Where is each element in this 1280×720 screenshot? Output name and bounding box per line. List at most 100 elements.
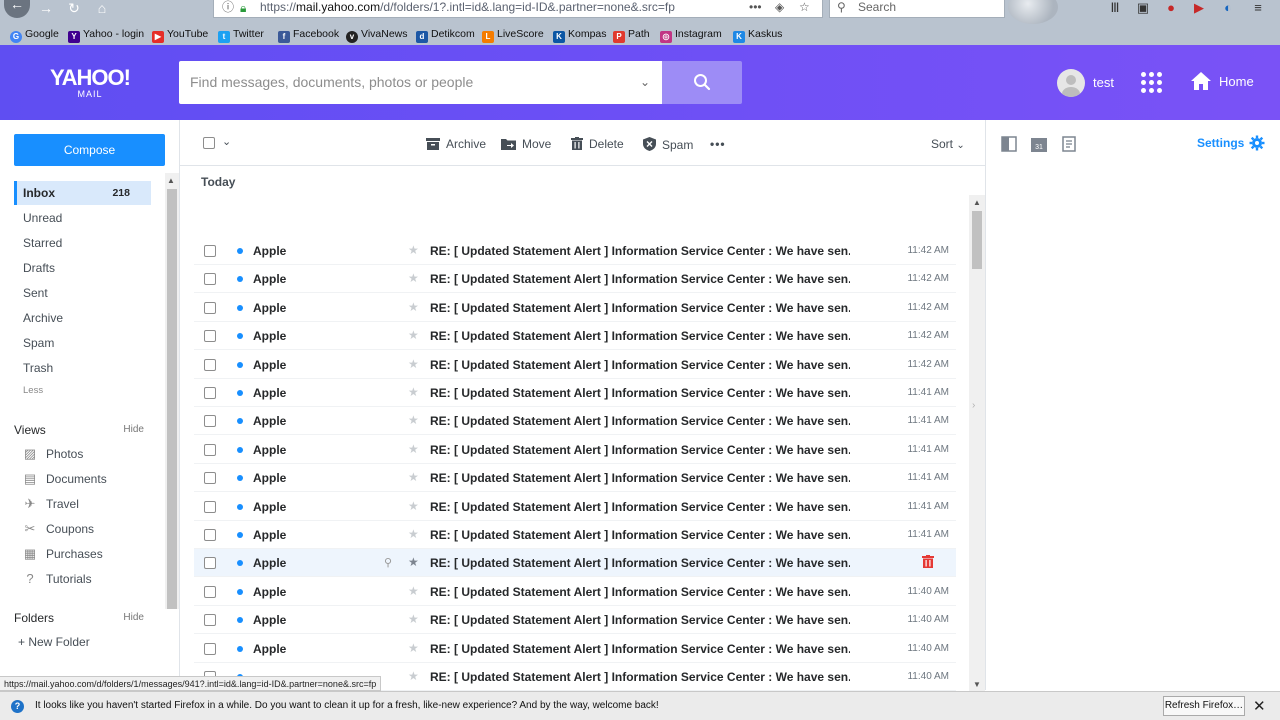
- library-icon[interactable]: Ⅲ: [1107, 1, 1123, 15]
- bookmark-yahoo-login[interactable]: Y Yahoo - login: [68, 28, 144, 43]
- star-icon[interactable]: ★: [408, 357, 419, 371]
- scrollbar-thumb[interactable]: [167, 189, 177, 609]
- move-button[interactable]: Move: [501, 137, 551, 151]
- star-icon[interactable]: ★: [408, 555, 419, 569]
- view-coupons[interactable]: ✂ Coupons: [22, 519, 95, 539]
- address-bar[interactable]: ⓘ 🔒︎ https://mail.yahoo.com/d/folders/1?…: [213, 0, 823, 18]
- bookmark-twitter[interactable]: t Twitter: [218, 28, 264, 43]
- message-checkbox[interactable]: [204, 358, 216, 374]
- folders-hide-link[interactable]: Hide: [123, 612, 144, 623]
- message-checkbox[interactable]: [204, 415, 216, 430]
- star-icon[interactable]: ★: [408, 641, 419, 655]
- star-icon[interactable]: ★: [408, 442, 419, 456]
- bookmark-youtube[interactable]: ▶ YouTube: [152, 28, 208, 43]
- message-checkbox[interactable]: [204, 245, 216, 260]
- avatar[interactable]: [1057, 69, 1085, 97]
- star-icon[interactable]: ★: [408, 669, 419, 683]
- info-icon[interactable]: ⓘ: [222, 0, 234, 14]
- sidebar-icon[interactable]: ▣: [1135, 1, 1151, 15]
- extension-2-icon[interactable]: ◐: [1220, 1, 1236, 15]
- browser-search-box[interactable]: ⚲ Search: [829, 0, 1005, 18]
- message-row[interactable]: Apple ★ RE: [ Updated Statement Alert ] In…: [194, 294, 956, 322]
- bookmark-instagram[interactable]: ◎ Instagram: [660, 28, 722, 43]
- message-checkbox[interactable]: [204, 472, 216, 487]
- star-icon[interactable]: ★: [408, 527, 419, 541]
- message-checkbox[interactable]: [204, 642, 216, 658]
- forward-arrow-icon[interactable]: →: [34, 0, 58, 18]
- sidebar-item-archive[interactable]: Archive: [14, 306, 151, 330]
- views-hide-link[interactable]: Hide: [123, 424, 144, 435]
- notepad-icon[interactable]: [1061, 136, 1077, 152]
- message-row[interactable]: Apple ★ RE: [ Updated Statement Alert ] In…: [194, 436, 956, 464]
- sidebar-scrollbar[interactable]: ▲: [165, 173, 179, 609]
- bookmark-facebook[interactable]: f Facebook: [278, 28, 339, 43]
- star-icon[interactable]: ★: [408, 584, 419, 598]
- scroll-up-icon[interactable]: ▲: [167, 176, 175, 185]
- star-icon[interactable]: ★: [408, 300, 419, 314]
- message-checkbox[interactable]: [204, 557, 216, 572]
- message-checkbox[interactable]: [204, 330, 216, 345]
- sidebar-item-spam[interactable]: Spam: [14, 331, 151, 355]
- pocket-icon[interactable]: ◈: [775, 0, 784, 14]
- message-checkbox[interactable]: [204, 585, 216, 601]
- message-checkbox[interactable]: [204, 529, 216, 544]
- star-icon[interactable]: ★: [408, 271, 419, 285]
- adblock-icon[interactable]: ●: [1163, 1, 1179, 15]
- compose-button[interactable]: Compose: [14, 134, 165, 166]
- bookmark-kaskus[interactable]: K Kaskus: [733, 28, 782, 43]
- message-row[interactable]: Apple ★ RE: [ Updated Statement Alert ] In…: [194, 464, 956, 493]
- reload-icon[interactable]: ↻: [62, 0, 86, 18]
- sidebar-item-unread[interactable]: Unread: [14, 206, 151, 230]
- bookmark-kompas[interactable]: K Kompas: [553, 28, 607, 43]
- close-icon[interactable]: ✕: [1253, 697, 1266, 715]
- home-icon[interactable]: ⌂: [90, 0, 114, 18]
- message-row[interactable]: Apple ★ RE: [ Updated Statement Alert ] In…: [194, 322, 956, 351]
- mail-search-button[interactable]: [662, 61, 742, 104]
- message-row[interactable]: Apple ★ RE: [ Updated Statement Alert ] In…: [194, 351, 956, 379]
- star-icon[interactable]: ★: [408, 499, 419, 513]
- trash-icon[interactable]: [922, 555, 934, 571]
- layout-toggle-icon[interactable]: [1001, 136, 1017, 152]
- message-checkbox[interactable]: [204, 387, 216, 402]
- view-purchases[interactable]: ▦ Purchases: [22, 544, 103, 564]
- view-tutorials[interactable]: ? Tutorials: [22, 569, 91, 589]
- message-checkbox[interactable]: [204, 614, 216, 629]
- chevron-right-icon[interactable]: ›: [972, 400, 975, 411]
- star-icon[interactable]: ★: [408, 328, 419, 342]
- star-icon[interactable]: ★: [408, 385, 419, 399]
- scrollbar-thumb[interactable]: [972, 211, 982, 269]
- view-travel[interactable]: ✈ Travel: [22, 494, 79, 514]
- spam-button[interactable]: Spam: [643, 137, 693, 152]
- back-arrow-icon[interactable]: ←: [4, 0, 30, 18]
- message-checkbox[interactable]: [204, 500, 216, 516]
- message-row[interactable]: Apple ★ RE: [ Updated Statement Alert ] In…: [194, 237, 956, 265]
- message-row[interactable]: Apple ★ RE: [ Updated Statement Alert ] In…: [194, 407, 956, 436]
- message-checkbox[interactable]: [204, 301, 216, 317]
- bookmark-detikcom[interactable]: d Detikcom: [416, 28, 475, 43]
- star-icon[interactable]: ★: [408, 413, 419, 427]
- menu-icon[interactable]: ≡: [1250, 1, 1266, 15]
- message-row[interactable]: Apple ★ RE: [ Updated Statement Alert ] In…: [194, 521, 956, 549]
- scroll-down-icon[interactable]: ▼: [973, 680, 981, 689]
- sidebar-item-trash[interactable]: Trash: [14, 356, 151, 380]
- delete-button[interactable]: Delete: [571, 137, 624, 151]
- settings-link[interactable]: Settings: [1197, 135, 1265, 151]
- extension-icon[interactable]: ▶: [1191, 1, 1207, 15]
- yahoo-mail-logo[interactable]: YAHOO! MAIL: [48, 67, 132, 100]
- chevron-down-icon[interactable]: ⌄: [222, 135, 231, 148]
- message-row[interactable]: Apple ⚲ ★ RE: [ Updated Statement Alert ] I…: [194, 549, 956, 578]
- star-icon[interactable]: ★: [408, 243, 419, 257]
- home-button[interactable]: Home: [1190, 71, 1254, 91]
- select-all-checkbox[interactable]: [203, 137, 215, 152]
- message-row[interactable]: Apple ★ RE: [ Updated Statement Alert ] In…: [194, 493, 956, 521]
- sidebar-item-inbox[interactable]: Inbox 218: [14, 181, 151, 205]
- view-photos[interactable]: ▨ Photos: [22, 444, 84, 464]
- message-checkbox[interactable]: [204, 443, 216, 459]
- username[interactable]: test: [1093, 75, 1114, 90]
- star-icon[interactable]: ★: [408, 612, 419, 626]
- view-documents[interactable]: ▤ Documents: [22, 469, 107, 489]
- sidebar-item-sent[interactable]: Sent: [14, 281, 151, 305]
- search-sender-icon[interactable]: ⚲: [384, 556, 392, 569]
- bookmark-livescore[interactable]: L LiveScore: [482, 28, 544, 43]
- message-row[interactable]: Apple ★ RE: [ Updated Statement Alert ] In…: [194, 635, 956, 663]
